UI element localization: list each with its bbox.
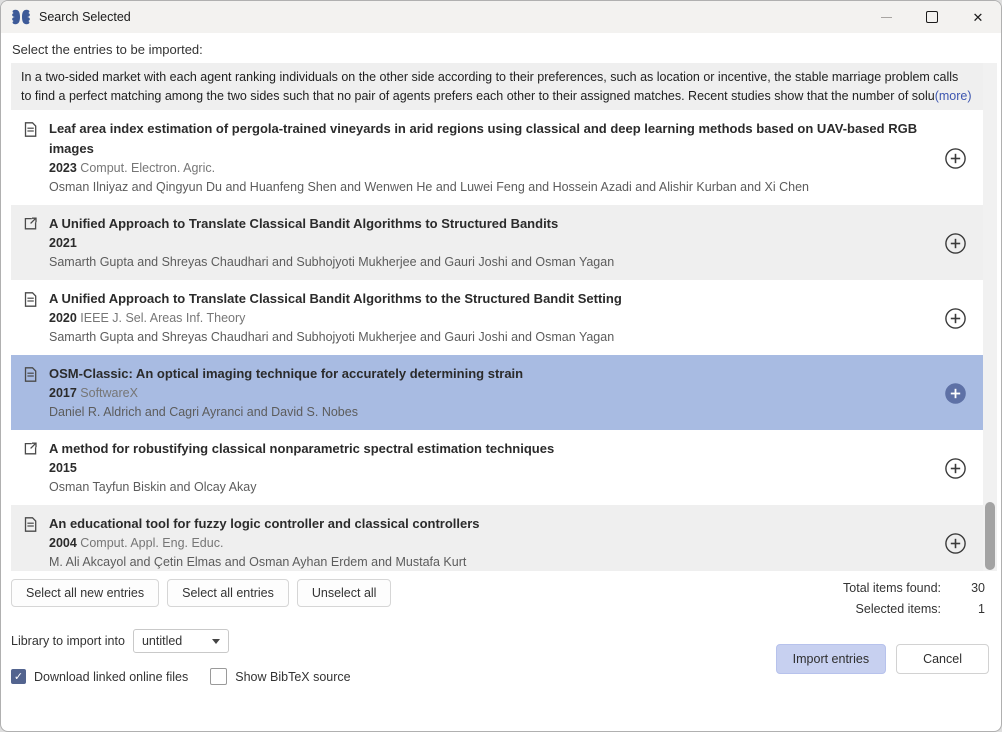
entry-year: 2023 (49, 161, 77, 175)
entry-authors: M. Ali Akcayol and Çetin Elmas and Osman… (49, 553, 925, 571)
window-title: Search Selected (39, 10, 131, 24)
maximize-icon (926, 11, 938, 23)
chevron-down-icon (212, 639, 220, 644)
minimize-button[interactable] (863, 1, 909, 33)
selected-items-label: Selected items: (843, 602, 941, 616)
add-entry-button[interactable] (933, 147, 977, 170)
entry-title: An educational tool for fuzzy logic cont… (49, 514, 925, 534)
download-linked-files-checkbox[interactable]: ✓ (11, 669, 26, 684)
entry-row[interactable]: A Unified Approach to Translate Classica… (11, 280, 983, 355)
external-link-icon (24, 214, 49, 235)
show-bibtex-source-checkbox[interactable] (210, 668, 227, 685)
entries-list: In a two-sided market with each agent ra… (11, 63, 983, 571)
total-items-value: 30 (955, 581, 985, 595)
library-select-value: untitled (142, 634, 182, 648)
vertical-scrollbar[interactable] (983, 63, 997, 571)
entry-year: 2015 (49, 461, 77, 475)
search-selected-dialog: Search Selected ✕ Select the entries to … (0, 0, 1002, 732)
file-icon (24, 289, 49, 312)
add-entry-button[interactable] (933, 307, 977, 330)
library-select[interactable]: untitled (133, 629, 229, 653)
import-entries-button[interactable]: Import entries (776, 644, 886, 674)
external-link-icon (24, 439, 49, 460)
unselect-all-button[interactable]: Unselect all (297, 579, 392, 607)
total-items-label: Total items found: (843, 581, 941, 595)
entry-row[interactable]: Leaf area index estimation of pergola-tr… (11, 110, 983, 205)
abstract-line: In a two-sided market with each agent ra… (21, 68, 973, 87)
more-link[interactable]: (more) (935, 89, 972, 103)
entry-row[interactable]: An educational tool for fuzzy logic cont… (11, 505, 983, 571)
add-entry-button[interactable] (933, 457, 977, 480)
entry-row[interactable]: A Unified Approach to Translate Classica… (11, 205, 983, 280)
entry-authors: Daniel R. Aldrich and Cagri Ayranci and … (49, 403, 925, 422)
file-icon (24, 364, 49, 387)
maximize-button[interactable] (909, 1, 955, 33)
library-to-import-label: Library to import into (11, 634, 125, 648)
entry-year: 2004 (49, 536, 77, 550)
entry-title: A method for robustifying classical nonp… (49, 439, 925, 459)
entry-authors: Osman Tayfun Biskin and Olcay Akay (49, 478, 925, 497)
entry-journal: Comput. Appl. Eng. Educ. (80, 536, 223, 550)
close-button[interactable]: ✕ (955, 1, 1001, 33)
entry-row[interactable]: A method for robustifying classical nonp… (11, 430, 983, 505)
entry-journal: SoftwareX (80, 386, 138, 400)
entry-authors: Osman Ilniyaz and Qingyun Du and Huanfen… (49, 178, 925, 197)
add-entry-button[interactable] (933, 532, 977, 555)
entry-journal: Comput. Electron. Agric. (80, 161, 215, 175)
select-all-entries-button[interactable]: Select all entries (167, 579, 289, 607)
entry-journal: IEEE J. Sel. Areas Inf. Theory (80, 311, 245, 325)
add-entry-button[interactable] (933, 232, 977, 255)
download-linked-files-label: Download linked online files (34, 670, 188, 684)
abstract-text: to find a perfect matching among the two… (21, 89, 935, 103)
close-icon: ✕ (973, 11, 984, 24)
file-icon (24, 119, 49, 142)
add-entry-button[interactable] (933, 382, 977, 405)
results-viewport: In a two-sided market with each agent ra… (11, 63, 997, 571)
entry-title: OSM-Classic: An optical imaging techniqu… (49, 364, 925, 384)
abstract-line: to find a perfect matching among the two… (21, 87, 973, 106)
cancel-button[interactable]: Cancel (896, 644, 989, 674)
entry-title: A Unified Approach to Translate Classica… (49, 214, 925, 234)
entry-authors: Samarth Gupta and Shreyas Chaudhari and … (49, 253, 925, 272)
entry-title: A Unified Approach to Translate Classica… (49, 289, 925, 309)
entry-year: 2020 (49, 311, 77, 325)
result-stats: Total items found: 30 Selected items: 1 (843, 579, 989, 616)
abstract-preview: In a two-sided market with each agent ra… (11, 63, 983, 110)
select-all-new-entries-button[interactable]: Select all new entries (11, 579, 159, 607)
minimize-icon (881, 17, 892, 18)
entry-row[interactable]: OSM-Classic: An optical imaging techniqu… (11, 355, 983, 430)
entry-authors: Samarth Gupta and Shreyas Chaudhari and … (49, 328, 925, 347)
selected-items-value: 1 (955, 602, 985, 616)
titlebar: Search Selected ✕ (1, 1, 1001, 33)
jabref-logo-icon (11, 9, 31, 25)
show-bibtex-source-label: Show BibTeX source (235, 670, 350, 684)
scrollbar-thumb[interactable] (985, 502, 995, 570)
entry-year: 2021 (49, 236, 77, 250)
instruction-label: Select the entries to be imported: (12, 42, 989, 57)
dialog-footer: Select all new entries Select all entrie… (1, 571, 1001, 685)
file-icon (24, 514, 49, 537)
entry-title: Leaf area index estimation of pergola-tr… (49, 119, 925, 159)
entry-year: 2017 (49, 386, 77, 400)
